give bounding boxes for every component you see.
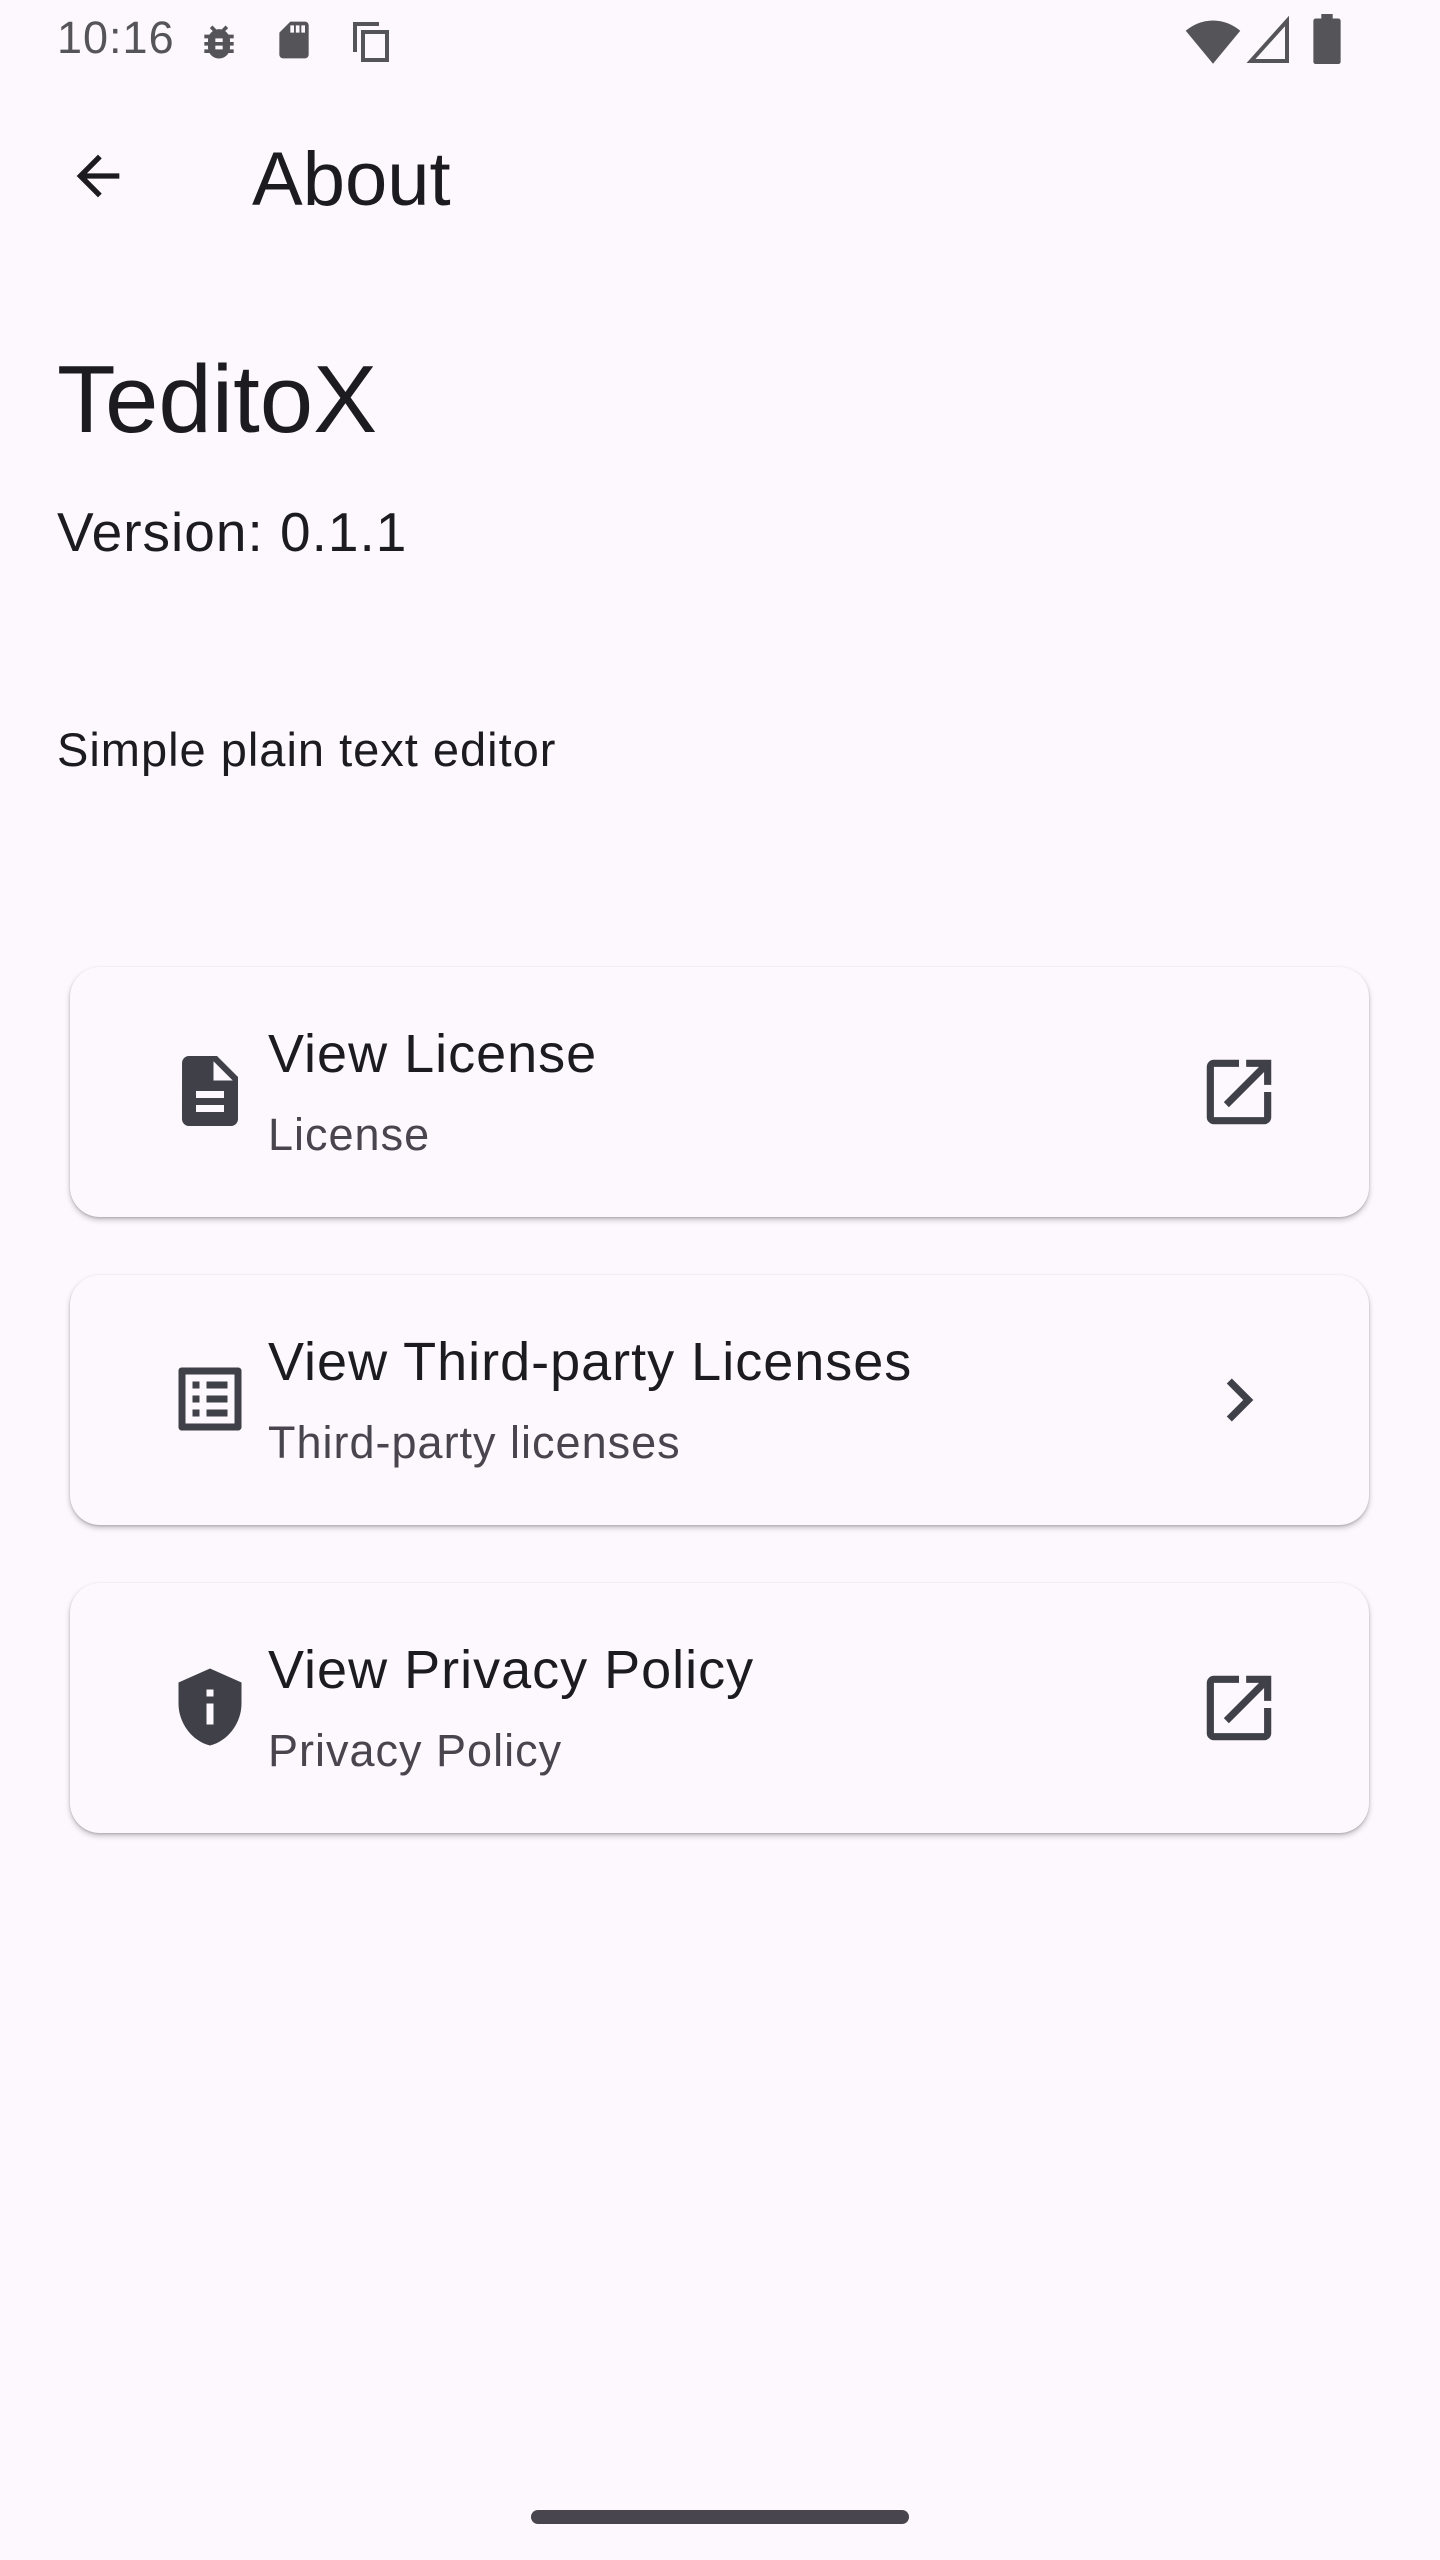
card-title: View Privacy Policy <box>268 1640 755 1700</box>
app-version: Version: 0.1.1 <box>57 501 408 563</box>
list-alt-icon <box>178 1367 242 1431</box>
page-title: About <box>252 137 451 222</box>
battery-icon <box>1313 14 1341 64</box>
card-subtitle: Third-party licenses <box>268 1417 681 1468</box>
home-gesture-handle[interactable] <box>531 2510 909 2524</box>
card-subtitle: Privacy Policy <box>268 1725 563 1776</box>
status-time: 10:16 <box>57 12 175 63</box>
card-subtitle: License <box>268 1109 431 1160</box>
signal-icon <box>1246 16 1289 63</box>
status-bar: 10:16 <box>0 0 1440 80</box>
view-third-party-licenses-card[interactable]: View Third-party Licenses Third-party li… <box>70 1275 1369 1525</box>
top-app-bar: About <box>0 100 1440 260</box>
bug-icon <box>204 25 234 59</box>
view-privacy-policy-card[interactable]: View Privacy Policy Privacy Policy <box>70 1583 1369 1833</box>
card-title: View License <box>268 1024 598 1084</box>
view-license-card[interactable]: View License License <box>70 967 1369 1217</box>
wifi-icon <box>1185 20 1241 64</box>
arrow-back-icon <box>76 154 120 198</box>
chevron-right-icon <box>1226 1378 1254 1422</box>
sd-card-icon <box>279 21 309 59</box>
open-in-new-icon <box>1206 1675 1272 1741</box>
copy-icon <box>353 22 389 62</box>
description-icon <box>182 1056 238 1126</box>
app-name: TeditoX <box>57 346 378 453</box>
card-title: View Third-party Licenses <box>268 1332 913 1392</box>
back-button[interactable] <box>42 120 154 232</box>
privacy-shield-icon <box>178 1668 242 1746</box>
open-in-new-icon <box>1206 1059 1272 1125</box>
app-description: Simple plain text editor <box>57 723 557 776</box>
